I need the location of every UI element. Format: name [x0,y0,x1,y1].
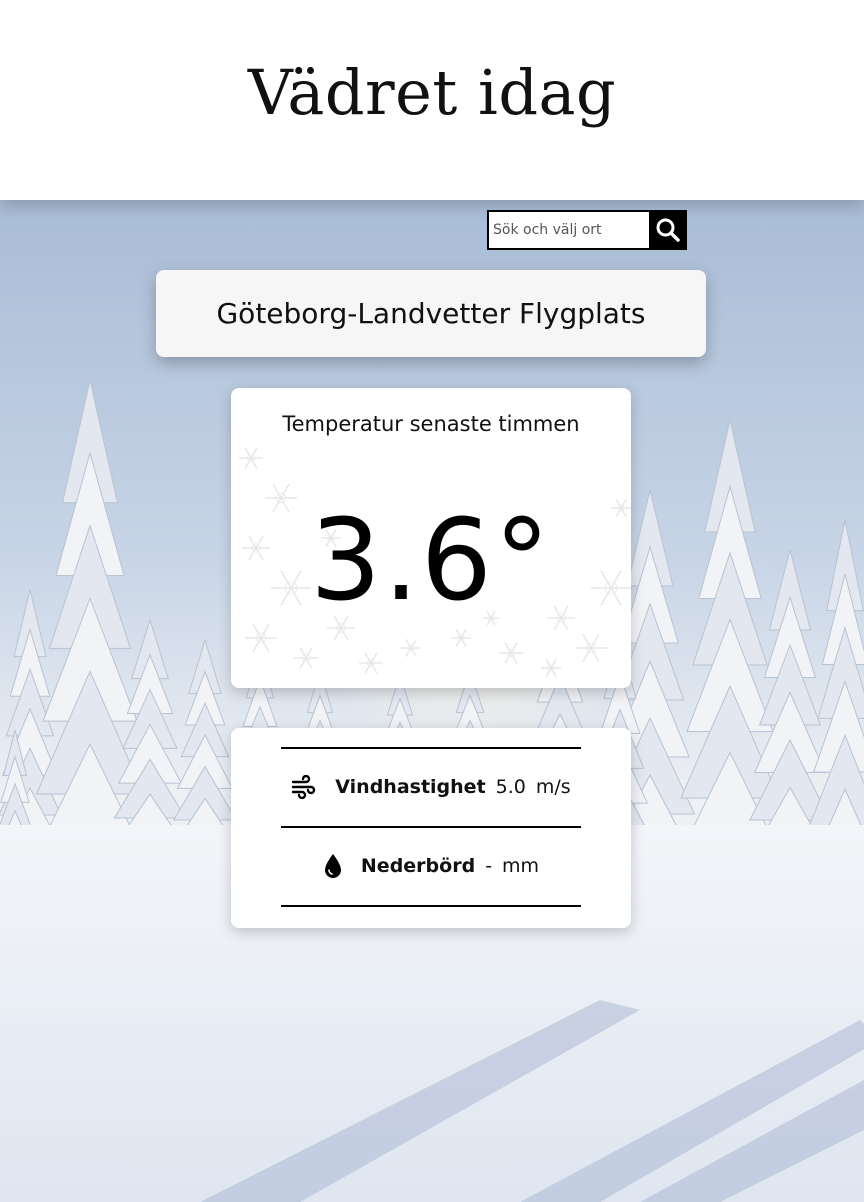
snowflake-icon [575,633,607,663]
wind-value: 5.0 [495,776,526,798]
details-card: Vindhastighet 5.0 m/s Nederbörd - mm [231,728,631,928]
page-header: Vädret idag [0,0,864,200]
search-input[interactable] [487,210,649,250]
wind-unit: m/s [535,776,571,798]
search-icon [656,218,680,242]
divider [281,826,581,828]
snowflake-icon [401,638,421,658]
search-bar [487,210,687,250]
snowflake-icon [245,623,277,653]
page-title: Vädret idag [247,56,617,129]
precipitation-unit: mm [502,855,540,877]
location-name: Göteborg-Landvetter Flygplats [216,297,646,330]
divider [281,905,581,907]
precipitation-value: - [485,855,493,877]
snowflake-icon [239,447,263,469]
wind-icon [291,775,317,799]
wind-row: Vindhastighet 5.0 m/s [231,767,631,807]
water-drop-icon [323,853,343,879]
snowflake-icon [541,658,561,678]
temperature-card: Temperatur senaste timmen 3.6° [231,388,631,688]
location-card: Göteborg-Landvetter Flygplats [156,270,706,357]
search-button[interactable] [649,210,687,250]
precipitation-row: Nederbörd - mm [231,846,631,886]
snowflake-icon [451,628,471,648]
divider [281,747,581,749]
temperature-label: Temperatur senaste timmen [282,412,580,436]
snowflake-icon [359,652,383,674]
snowflake-icon [294,647,318,669]
precipitation-label: Nederbörd [360,855,476,877]
temperature-value: 3.6° [309,496,553,626]
snowflake-icon [499,642,523,664]
wind-label: Vindhastighet [335,776,486,798]
